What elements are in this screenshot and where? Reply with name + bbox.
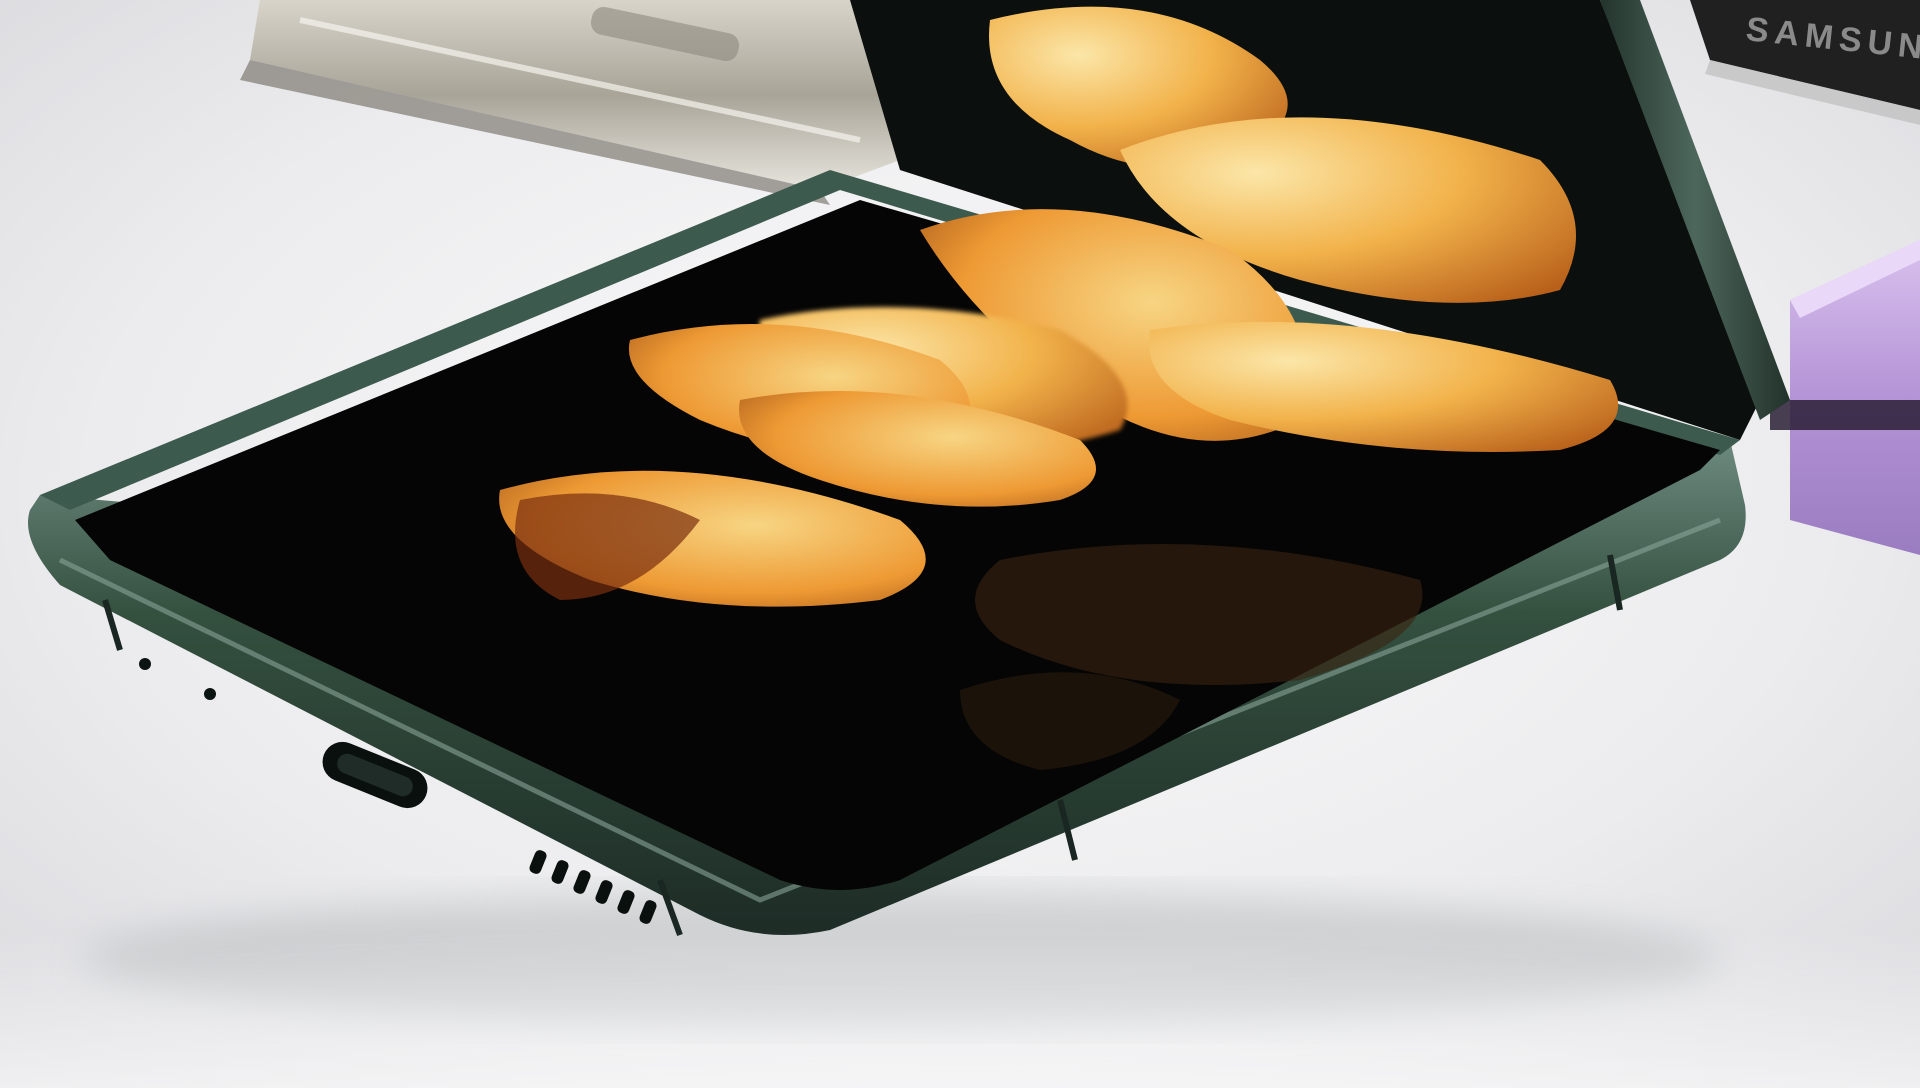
- microphone-hole-icon: [139, 658, 151, 670]
- product-scene: SAMSUNG: [0, 0, 1920, 1088]
- microphone-hole-icon: [204, 688, 216, 700]
